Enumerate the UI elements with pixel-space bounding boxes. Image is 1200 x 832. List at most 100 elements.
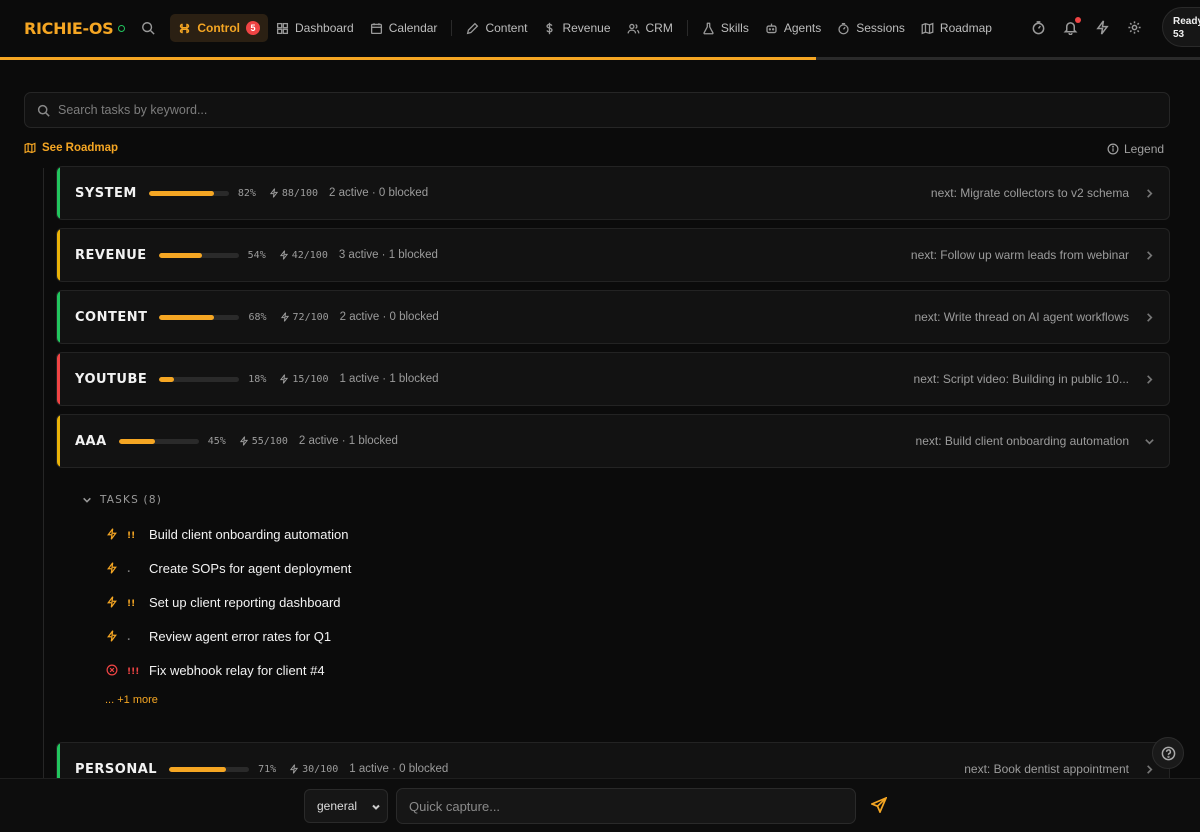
map-icon [921,22,934,35]
nav-label: Content [485,21,528,35]
bolt-icon[interactable] [1095,20,1111,36]
area-name: YOUTUBE [75,371,148,387]
area-card-revenue[interactable]: REVENUE 54% 42/100 3 active · 1 blocked … [56,228,1170,282]
task-row[interactable]: !! Build client onboarding automation [105,524,348,544]
area-score-value: 72/100 [292,311,329,323]
area-score-value: 88/100 [281,187,319,199]
timer-icon[interactable] [1031,20,1047,36]
area-progress-fill [118,438,155,444]
bolt-icon [105,595,119,609]
chevron-right-icon[interactable] [1129,188,1169,199]
gear-icon[interactable] [1127,20,1143,36]
ready-counter[interactable]: Ready 53 [1162,7,1200,47]
quick-capture-input[interactable] [396,788,856,824]
nav-separator [686,20,688,36]
bolt-icon [105,561,119,575]
task-priority: !! [127,531,136,541]
task-row[interactable]: !! Set up client reporting dashboard [105,592,341,612]
area-next-action: next: Write thread on AI agent workflows [914,310,1129,324]
nav-content[interactable]: Content [458,14,535,42]
see-roadmap-link[interactable]: See Roadmap [24,142,118,154]
area-score: 15/100 [279,374,328,385]
area-next-action: next: Script video: Building in public 1… [913,372,1129,386]
area-progress-bar [118,438,199,444]
bolt-icon [280,312,289,322]
area-task-counts: 2 active · 1 blocked [298,435,398,447]
nav-label: Agents [783,21,822,35]
chevron-down-icon[interactable] [1129,436,1169,447]
chevron-right-icon[interactable] [1129,312,1169,323]
area-list: SYSTEM 82% 88/100 2 active · 0 blocked n… [56,166,1170,804]
area-progress-bar [159,376,240,382]
task-title: Create SOPs for agent deployment [149,560,352,576]
chevron-down-icon [83,497,91,503]
app-logo[interactable]: RICHIE-OS [24,19,114,38]
tree-connector [43,168,44,778]
help-button[interactable] [1152,737,1184,769]
legend-label: Legend [1124,142,1165,156]
users-icon [627,22,640,35]
area-task-counts: 2 active · 0 blocked [339,311,439,323]
nav-label: Control [197,21,241,35]
task-title: Fix webhook relay for client #4 [149,662,325,678]
legend-button[interactable]: Legend [1107,142,1164,156]
nav-agents[interactable]: Agents [757,14,829,42]
grid-icon [276,22,289,35]
area-score: 42/100 [279,250,328,261]
nav-label: Revenue [562,21,611,35]
area-task-counts: 1 active · 1 blocked [339,373,439,385]
bolt-icon [105,527,119,541]
ready-label: Ready [1173,16,1200,27]
area-card-youtube[interactable]: YOUTUBE 18% 15/100 1 active · 1 blocked … [56,352,1170,406]
timer-icon [837,22,850,35]
nav-control[interactable]: Control 5 [170,14,269,42]
chevron-right-icon[interactable] [1129,374,1169,385]
area-progress-fill [158,252,202,258]
send-icon[interactable] [869,796,889,815]
task-row[interactable]: . Review agent error rates for Q1 [105,626,331,646]
area-card-content[interactable]: CONTENT 68% 72/100 2 active · 0 blocked … [56,290,1170,344]
capture-category-select[interactable]: general [304,789,388,823]
area-next-action: next: Build client onboarding automation [915,434,1129,448]
bot-icon [765,22,778,35]
nav-skills[interactable]: Skills [694,14,757,42]
blocked-icon [105,663,119,677]
nav-dashboard[interactable]: Dashboard [268,14,362,42]
dollar-icon [543,22,556,35]
area-next-action: next: Follow up warm leads from webinar [910,248,1129,262]
nav-label: Skills [720,21,749,35]
task-priority: . [127,633,131,643]
chevron-right-icon[interactable] [1129,250,1169,261]
nav-calendar[interactable]: Calendar [362,14,446,42]
nav-badge: 5 [246,21,261,35]
task-title: Review agent error rates for Q1 [149,628,332,644]
overall-progress-bar [0,57,1200,60]
nav-crm[interactable]: CRM [619,14,681,42]
tasks-header-toggle[interactable]: TASKS (8) [82,494,162,506]
nav-revenue[interactable]: Revenue [535,14,618,42]
more-tasks-link[interactable]: ... +1 more [105,694,158,706]
area-task-counts: 2 active · 0 blocked [329,187,429,199]
map-icon [24,142,36,154]
bolt-icon [279,250,288,260]
task-priority: . [127,565,131,575]
area-task-list: TASKS (8) !! Build client onboarding aut… [56,476,1170,734]
nav-roadmap[interactable]: Roadmap [913,14,1000,42]
task-row[interactable]: !!! Fix webhook relay for client #4 [105,660,325,680]
task-title: Set up client reporting dashboard [149,594,341,610]
task-row[interactable]: . Create SOPs for agent deployment [105,558,351,578]
area-progress-fill [148,190,215,196]
bolt-icon [290,764,299,774]
area-progress-bar [159,314,240,320]
search-icon[interactable] [140,20,156,36]
area-progress-bar [148,190,229,196]
task-priority: !!! [127,667,140,677]
area-task-counts: 3 active · 1 blocked [338,249,438,261]
bell-icon[interactable] [1063,17,1081,36]
nav-sessions[interactable]: Sessions [829,14,913,42]
area-card-system[interactable]: SYSTEM 82% 88/100 2 active · 0 blocked n… [56,166,1170,220]
nav-label: CRM [645,21,673,35]
search-input[interactable] [58,103,1058,117]
area-card-aaa[interactable]: AAA 45% 55/100 2 active · 1 blocked next… [56,414,1170,468]
area-progress-percent: 18% [248,373,267,385]
